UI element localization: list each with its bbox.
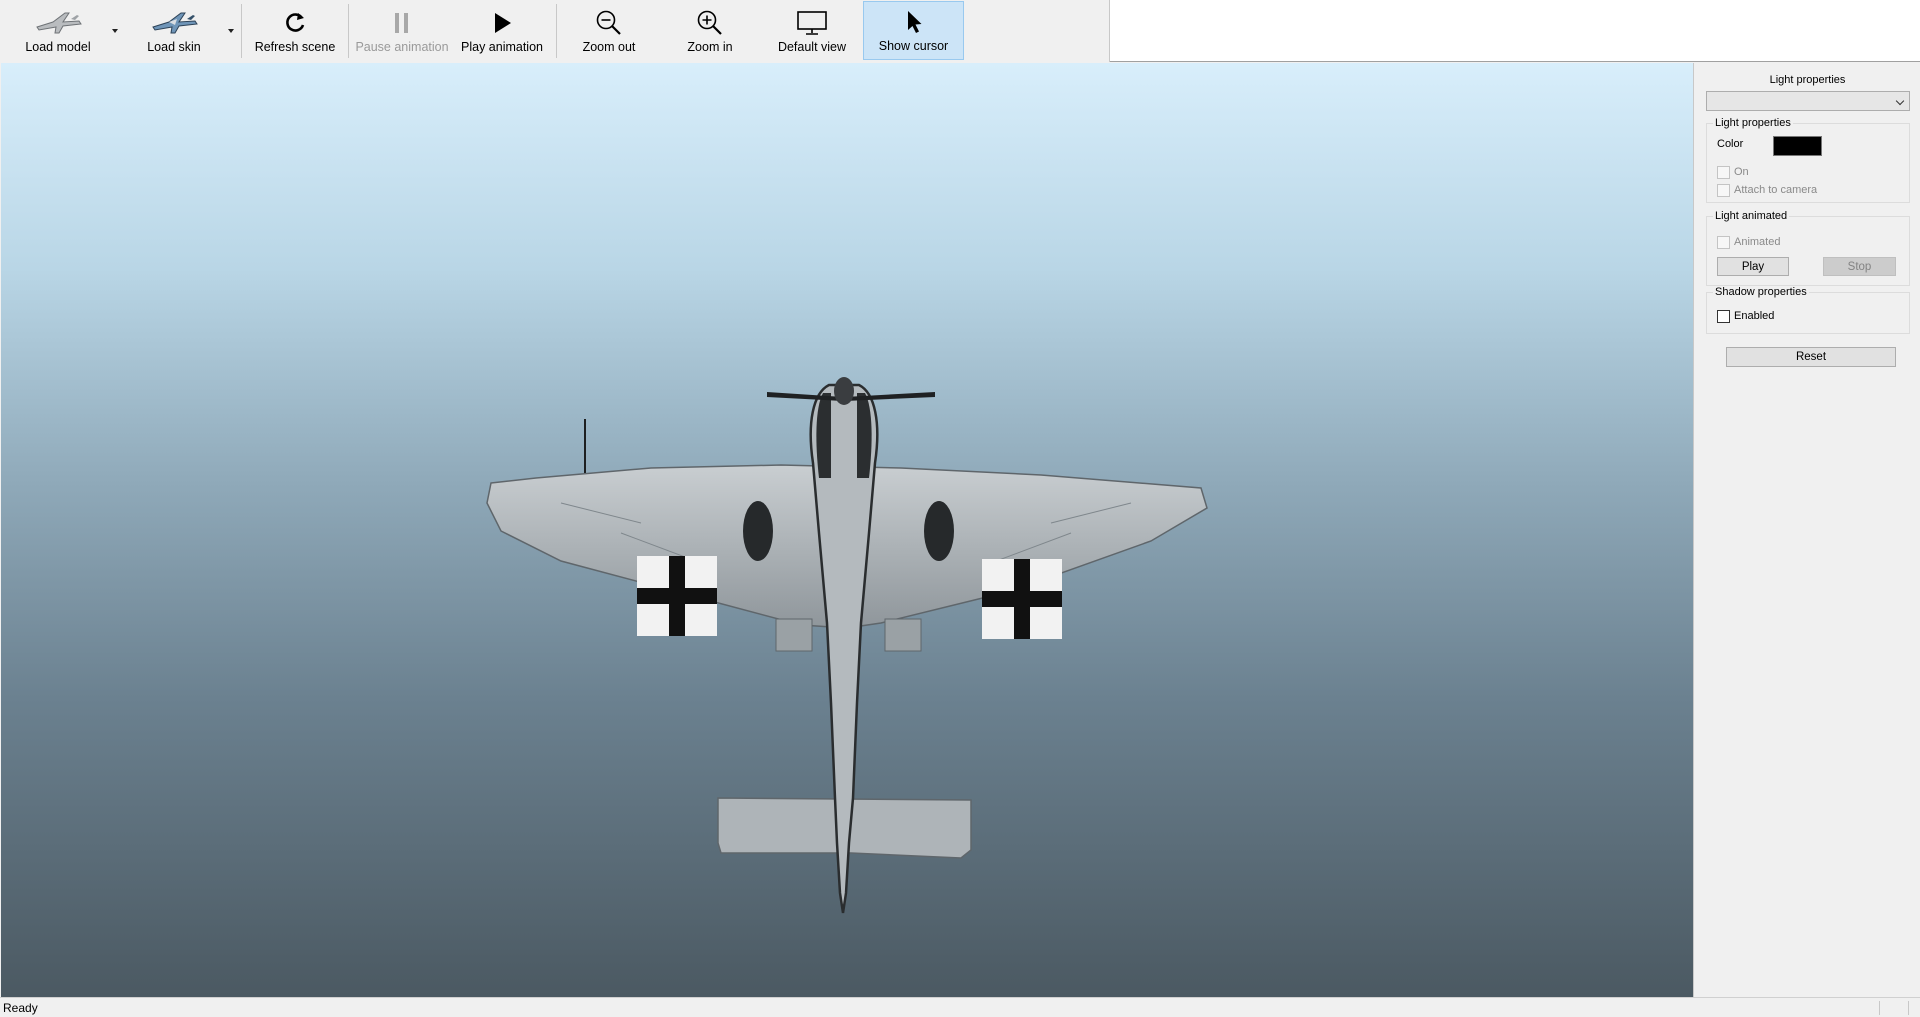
load-skin-dropdown-arrow[interactable] (224, 1, 238, 60)
panel-title: Light properties (1769, 74, 1846, 86)
on-label: On (1734, 166, 1749, 178)
monitor-icon (796, 8, 828, 38)
show-cursor-button[interactable]: Show cursor (863, 1, 964, 60)
light-properties-group: Light properties Color On Attach to came… (1706, 117, 1910, 203)
shadow-properties-group: Shadow properties Enabled (1706, 286, 1910, 334)
stop-button[interactable]: Stop (1823, 257, 1896, 276)
toolbar-strip: Load model Load skin Refresh scene Pause… (0, 0, 1110, 62)
default-view-label: Default view (777, 40, 847, 54)
propeller-spinner (834, 377, 854, 405)
play-icon (491, 8, 513, 38)
zoom-out-button[interactable]: Zoom out (566, 1, 652, 60)
light-properties-group-label: Light properties (1713, 117, 1793, 129)
show-cursor-label: Show cursor (878, 39, 949, 53)
airplane-gray-icon (31, 8, 85, 38)
color-label: Color (1717, 138, 1744, 150)
refresh-scene-label: Refresh scene (254, 40, 336, 54)
toolbar-separator (241, 4, 242, 58)
play-button[interactable]: Play (1717, 257, 1789, 276)
load-model-label: Load model (25, 40, 91, 54)
pause-icon (392, 8, 412, 38)
refresh-icon (282, 8, 308, 38)
reset-button[interactable]: Reset (1726, 347, 1896, 367)
light-selector-dropdown[interactable] (1706, 91, 1910, 111)
airplane-skin-icon (147, 8, 201, 38)
load-model-button[interactable]: Load model (14, 1, 102, 60)
right-gear-spat (924, 501, 954, 561)
default-view-button[interactable]: Default view (767, 1, 857, 60)
zoom-in-label: Zoom in (687, 40, 733, 54)
attach-to-camera-checkbox[interactable] (1717, 184, 1730, 197)
chevron-down-icon (1895, 96, 1905, 106)
color-swatch[interactable] (1773, 136, 1822, 156)
aircraft-render (486, 377, 1208, 914)
toolbar: Load model Load skin Refresh scene Pause… (0, 0, 1920, 62)
zoom-in-icon (696, 8, 724, 38)
zoom-out-label: Zoom out (582, 40, 636, 54)
zoom-out-icon (595, 8, 623, 38)
pause-animation-button[interactable]: Pause animation (354, 1, 450, 60)
attach-to-camera-label: Attach to camera (1734, 184, 1818, 196)
light-animated-group: Light animated Animated Play Stop (1706, 210, 1910, 286)
status-separator (1908, 1001, 1909, 1015)
toolbar-separator (556, 4, 557, 58)
play-animation-button[interactable]: Play animation (456, 1, 548, 60)
load-model-dropdown-arrow[interactable] (108, 1, 122, 60)
animated-label: Animated (1734, 236, 1781, 248)
cursor-icon (903, 7, 925, 37)
status-text: Ready (3, 1001, 38, 1015)
status-bar: Ready (0, 997, 1920, 1017)
zoom-in-button[interactable]: Zoom in (667, 1, 753, 60)
refresh-scene-button[interactable]: Refresh scene (250, 1, 340, 60)
wing-cross-right (982, 559, 1062, 639)
animated-checkbox[interactable] (1717, 236, 1730, 249)
pause-animation-label: Pause animation (355, 40, 449, 54)
3d-viewport[interactable] (1, 63, 1693, 997)
toolbar-separator (348, 4, 349, 58)
load-skin-button[interactable]: Load skin (128, 1, 220, 60)
light-animated-group-label: Light animated (1713, 210, 1790, 222)
play-animation-label: Play animation (461, 40, 543, 54)
load-skin-label: Load skin (147, 40, 201, 54)
light-properties-panel: Light properties Light properties Color … (1693, 63, 1920, 997)
wing-cross-left (637, 556, 717, 636)
shadow-enabled-label: Enabled (1734, 310, 1775, 322)
shadow-enabled-checkbox[interactable] (1717, 310, 1730, 323)
shadow-properties-group-label: Shadow properties (1713, 286, 1809, 298)
left-gear-spat (743, 501, 773, 561)
status-separator (1879, 1001, 1880, 1015)
on-checkbox[interactable] (1717, 166, 1730, 179)
